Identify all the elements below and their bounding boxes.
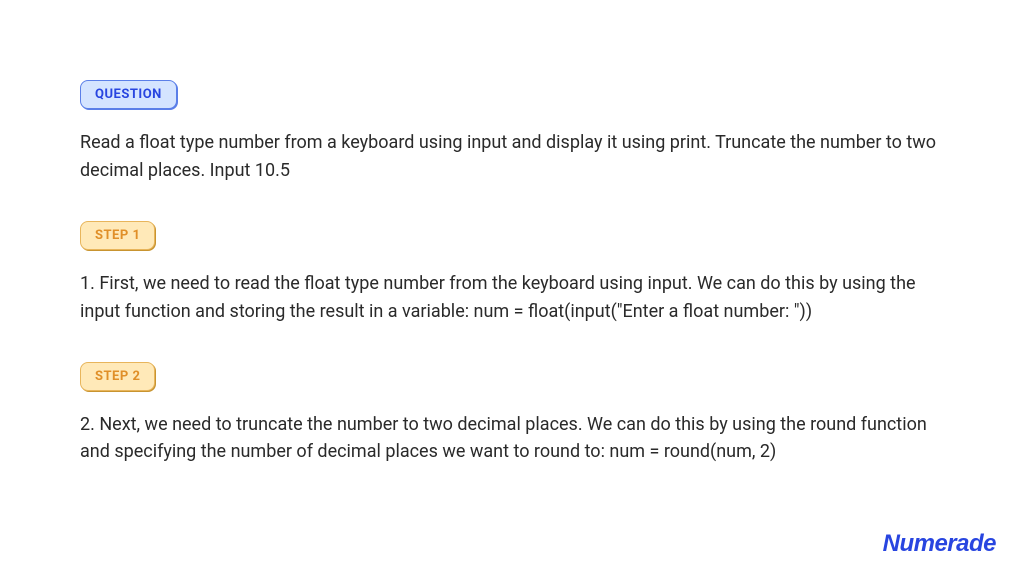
step-2-badge: STEP 2: [80, 362, 155, 391]
brand-logo: Numerade: [883, 530, 996, 558]
step-1-badge: STEP 1: [80, 221, 155, 250]
question-text: Read a float type number from a keyboard…: [80, 129, 944, 185]
step-2-section: STEP 2 2. Next, we need to truncate the …: [80, 362, 944, 467]
step-1-text: 1. First, we need to read the float type…: [80, 270, 944, 326]
step-1-section: STEP 1 1. First, we need to read the flo…: [80, 221, 944, 326]
question-section: QUESTION Read a float type number from a…: [80, 80, 944, 185]
step-2-text: 2. Next, we need to truncate the number …: [80, 411, 944, 467]
question-badge: QUESTION: [80, 80, 177, 109]
